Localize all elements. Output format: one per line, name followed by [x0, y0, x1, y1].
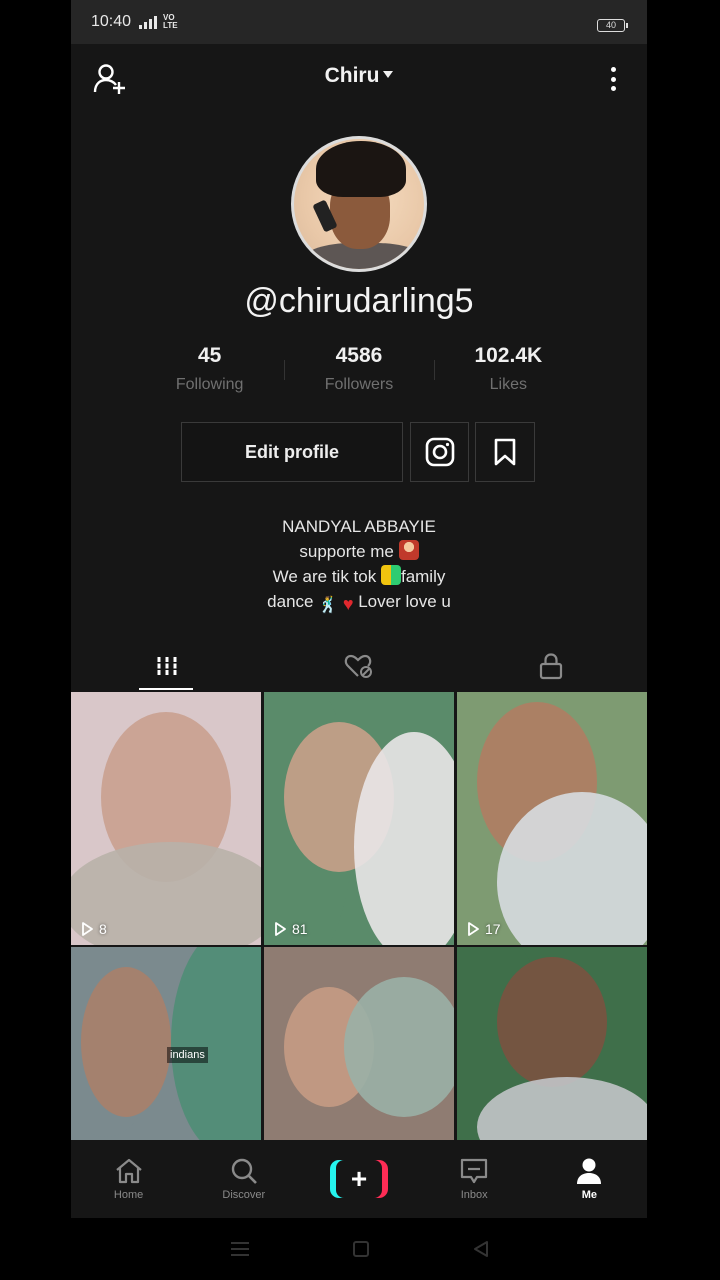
lock-icon [539, 653, 563, 680]
stat-followers[interactable]: 4586 Followers [284, 344, 433, 394]
play-icon [82, 922, 93, 936]
stat-likes[interactable]: 102.4K Likes [433, 344, 583, 394]
liked-hidden-icon [344, 654, 372, 678]
account-switcher[interactable]: Chiru [71, 64, 647, 88]
play-count: 8 [81, 921, 107, 937]
chevron-down-icon [383, 71, 394, 78]
home-icon [115, 1158, 142, 1184]
more-options-icon[interactable] [601, 64, 625, 94]
status-time: 10:40 [91, 13, 132, 30]
nav-home[interactable]: Home [71, 1140, 186, 1218]
username: @chirudarling5 [244, 282, 474, 320]
instagram-button[interactable] [410, 422, 469, 482]
system-navigation [0, 1218, 720, 1280]
play-count-value: 81 [292, 921, 308, 937]
stat-value: 4586 [335, 344, 383, 367]
plus-icon: + [336, 1160, 382, 1198]
signal-icon [139, 15, 158, 29]
create-button[interactable]: + [330, 1160, 388, 1198]
content-tabs [71, 640, 647, 692]
recent-apps-icon[interactable] [229, 1240, 251, 1258]
account-name: Chiru [324, 64, 380, 87]
bio-line: supporte me [71, 539, 647, 564]
tab-private[interactable] [455, 640, 647, 692]
back-icon[interactable] [471, 1239, 491, 1259]
tab-videos[interactable] [71, 640, 263, 692]
play-count-value: 17 [485, 921, 501, 937]
video-thumbnail[interactable]: 17 [457, 692, 647, 945]
nav-inbox[interactable]: Inbox [417, 1140, 532, 1218]
favorites-button[interactable] [475, 422, 535, 482]
video-caption: indians [167, 1047, 208, 1063]
emoji-person [398, 540, 419, 560]
nav-discover[interactable]: Discover [186, 1140, 301, 1218]
stat-label: Following [175, 376, 244, 393]
bottom-navigation: Home Discover + Inbox Me [71, 1140, 647, 1218]
avatar[interactable] [291, 136, 427, 272]
grid-icon [157, 657, 177, 675]
stat-label: Likes [489, 376, 527, 393]
status-bar: 10:40 VO LTE 40 [71, 0, 647, 44]
play-count: 81 [274, 921, 308, 937]
stat-label: Followers [324, 376, 394, 393]
video-thumbnail[interactable]: indians [71, 947, 261, 1140]
instagram-icon [425, 437, 454, 467]
nav-create[interactable]: + [301, 1140, 416, 1218]
play-count: 17 [467, 921, 501, 937]
nav-label: Home [113, 1189, 144, 1201]
play-icon [468, 922, 479, 936]
profile-bio: NANDYAL ABBAYIE supporte me We are tik t… [71, 514, 647, 614]
emoji-family [380, 565, 401, 585]
person-icon [577, 1158, 602, 1184]
heart-icon: ♥ [342, 594, 354, 614]
video-thumbnail[interactable] [264, 947, 454, 1140]
play-icon [275, 922, 286, 936]
battery-icon: 40 [597, 19, 628, 32]
stat-following[interactable]: 45 Following [135, 344, 284, 394]
edit-profile-button[interactable]: Edit profile [181, 422, 403, 482]
profile-stats: 45 Following 4586 Followers 102.4K Likes [135, 344, 583, 394]
bio-line: NANDYAL ABBAYIE [282, 517, 436, 536]
nav-label: Discover [222, 1189, 266, 1201]
video-thumbnail[interactable]: 8 [71, 692, 261, 945]
home-button-icon[interactable] [351, 1239, 371, 1259]
video-thumbnail[interactable]: 81 [264, 692, 454, 945]
bio-line: We are tik tok family [272, 565, 446, 586]
nav-label: Me [581, 1189, 598, 1201]
tab-indicator [139, 688, 193, 690]
stat-value: 102.4K [474, 344, 543, 367]
video-grid: 8 81 17 indians [71, 692, 647, 1140]
volte-badge: VO LTE [163, 13, 178, 30]
inbox-icon [461, 1158, 488, 1184]
nav-me[interactable]: Me [532, 1140, 647, 1218]
bio-line: dance 🕺 ♥ Lover love u [267, 592, 451, 614]
bookmark-icon [494, 438, 516, 466]
emoji-dancer: 🕺 [318, 597, 339, 614]
search-icon [231, 1158, 257, 1184]
video-thumbnail[interactable] [457, 947, 647, 1140]
tab-liked[interactable] [263, 640, 455, 692]
play-count-value: 8 [99, 921, 107, 937]
stat-value: 45 [197, 344, 222, 367]
nav-label: Inbox [460, 1189, 488, 1201]
app-screen: 10:40 VO LTE 40 Chiru @chirudarling5 45 F… [71, 0, 647, 1218]
